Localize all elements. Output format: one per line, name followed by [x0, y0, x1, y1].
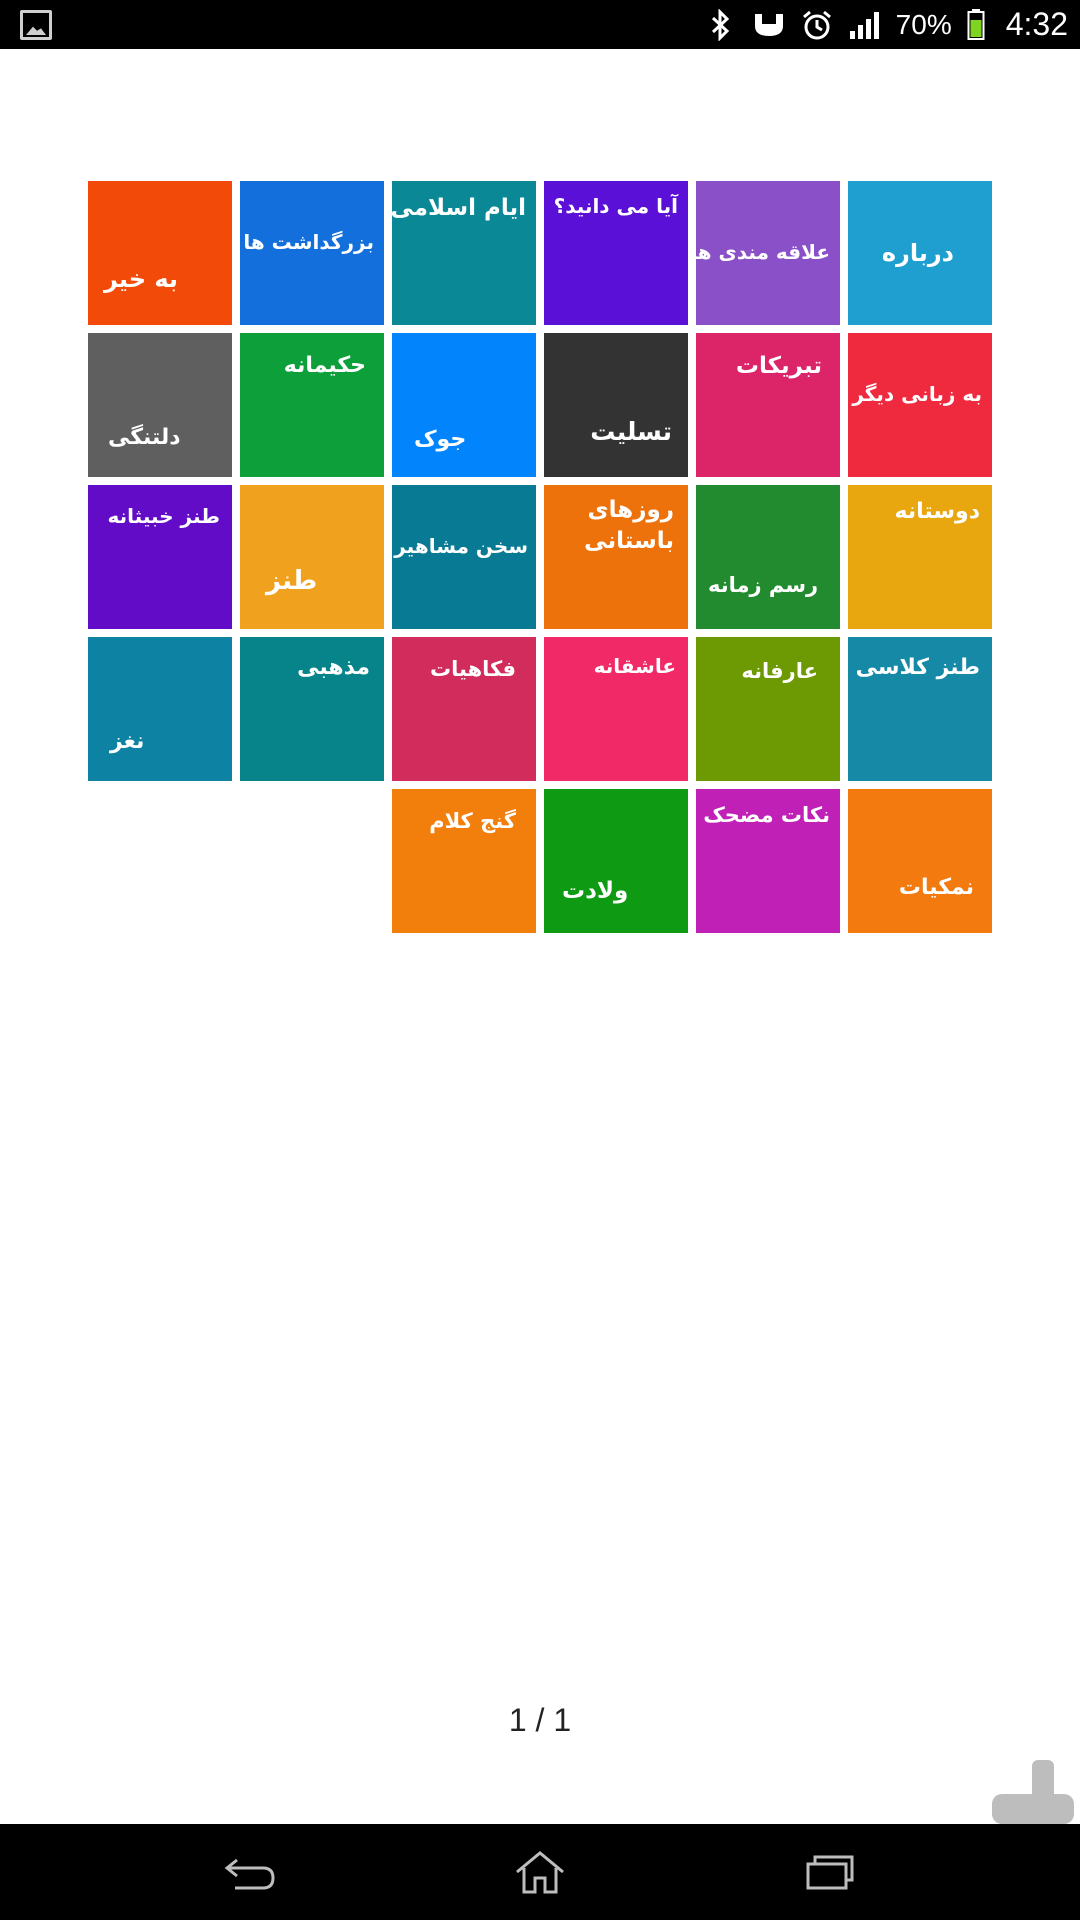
tile-wise[interactable]: حکیمانه — [240, 333, 384, 477]
tile-commemorations[interactable]: بزرگداشت ها — [240, 181, 384, 325]
tile-about[interactable]: درباره — [848, 181, 992, 325]
tile-friendly[interactable]: دوستانه — [848, 485, 992, 629]
tile-congratulations[interactable]: تبریکات — [696, 333, 840, 477]
tile-did-you-know[interactable]: آیا می دانید؟ — [544, 181, 688, 325]
tile-birth[interactable]: ولادت — [544, 789, 688, 933]
tile-missing[interactable]: دلتنگی — [88, 333, 232, 477]
tile-salty[interactable]: نمکیات — [848, 789, 992, 933]
tile-good-day[interactable]: به خیر — [88, 181, 232, 325]
tile-another-language[interactable]: به زبانی دیگر — [848, 333, 992, 477]
tile-islamic-days[interactable]: ایام اسلامی — [392, 181, 536, 325]
tile-romantic[interactable]: عاشقانه — [544, 637, 688, 781]
tile-ancient-days[interactable]: روزهای باستانی — [544, 485, 688, 629]
tile-classy-humor[interactable]: طنز کلاسی — [848, 637, 992, 781]
recents-icon[interactable] — [800, 1846, 860, 1898]
tile-witty[interactable]: نغز — [88, 637, 232, 781]
home-icon[interactable] — [510, 1846, 570, 1898]
tile-famous-quotes[interactable]: سخن مشاهیر — [392, 485, 536, 629]
tile-funny-points[interactable]: نکات مضحک — [696, 789, 840, 933]
navigation-bar — [0, 1824, 1080, 1920]
tile-humor[interactable]: طنز — [240, 485, 384, 629]
category-grid: درباره علاقه مندی ها آیا می دانید؟ ایام … — [0, 0, 1080, 1920]
tile-favorites[interactable]: علاقه مندی ها — [696, 181, 840, 325]
tile-religious[interactable]: مذهبی — [240, 637, 384, 781]
tile-jokes-collection[interactable]: فکاهیات — [392, 637, 536, 781]
tile-custom-of-times[interactable]: رسم زمانه — [696, 485, 840, 629]
tile-condolence[interactable]: تسلیت — [544, 333, 688, 477]
tile-joke[interactable]: جوک — [392, 333, 536, 477]
tile-treasure-of-words[interactable]: گنج کلام — [392, 789, 536, 933]
back-icon[interactable] — [220, 1846, 280, 1898]
tile-mystical[interactable]: عارفانه — [696, 637, 840, 781]
tile-wicked-humor[interactable]: طنز خبیثانه — [88, 485, 232, 629]
page-indicator: 1 / 1 — [508, 1702, 572, 1738]
